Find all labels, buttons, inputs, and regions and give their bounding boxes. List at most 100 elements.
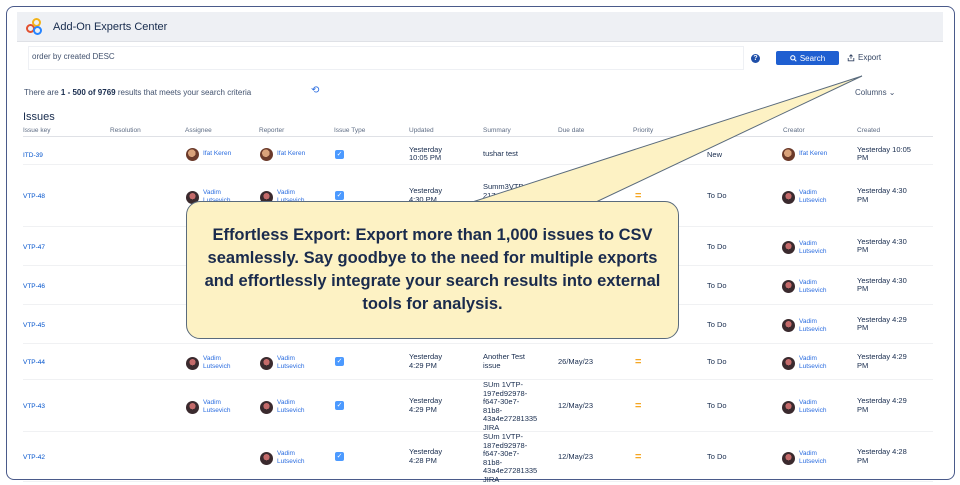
- avatar: [782, 400, 795, 414]
- results-summary: There are 1 - 500 of 9769 results that m…: [24, 88, 252, 97]
- avatar: [782, 356, 795, 370]
- table-row[interactable]: VTP-42 Vadim Lutsevich ✓ Yesterday 4:28 PM S…: [23, 432, 933, 484]
- priority-medium-icon: =: [635, 451, 642, 463]
- created-date: Yesterday 4:30 PM: [857, 275, 907, 293]
- avatar: [782, 190, 795, 204]
- task-type-icon: ✓: [335, 401, 344, 410]
- column-header[interactable]: Summary: [483, 127, 511, 134]
- person-name: Vadim Lutsevich: [799, 239, 827, 255]
- creator[interactable]: Vadim Lutsevich: [782, 189, 826, 205]
- issue-key-link[interactable]: ITD-39: [23, 151, 43, 160]
- avatar: [782, 451, 795, 465]
- columns-dropdown[interactable]: Columns ⌄: [855, 88, 896, 97]
- due-date: 12/May/23: [558, 401, 594, 410]
- created-date: Yesterday 4:29 PM: [857, 314, 907, 332]
- summary[interactable]: Another Test issue: [483, 353, 525, 370]
- person-name: Vadim Lutsevich: [203, 399, 231, 414]
- table-row[interactable]: ITD-39 Ifat Keren Ifat Keren ✓ Yesterday 10:…: [23, 144, 933, 165]
- avatar: [782, 241, 795, 254]
- assignee[interactable]: Ifat Keren: [186, 147, 232, 161]
- creator[interactable]: Vadim Lutsevich: [782, 355, 826, 371]
- person-name: Vadim Lutsevich: [799, 399, 827, 414]
- column-header[interactable]: Status: [708, 127, 726, 134]
- creator[interactable]: Vadim Lutsevich: [782, 279, 826, 295]
- app-title: Add-On Experts Center: [53, 20, 168, 33]
- status: New: [707, 149, 723, 159]
- search-button-label: Search: [799, 53, 826, 63]
- due-date: 26/May/23: [558, 357, 594, 366]
- reporter[interactable]: Vadim Lutsevich: [260, 399, 304, 415]
- assignee[interactable]: Vadim Lutsevich: [186, 355, 230, 371]
- section-title: Issues: [23, 111, 55, 123]
- column-header[interactable]: Priority: [633, 127, 653, 134]
- issue-key-link[interactable]: VTP-48: [23, 192, 45, 201]
- person-name: Ifat Keren: [203, 150, 232, 157]
- export-button-label: Export: [858, 53, 882, 62]
- status: To Do: [707, 452, 727, 461]
- column-header[interactable]: Created: [857, 127, 880, 134]
- creator[interactable]: Ifat Keren: [782, 147, 828, 161]
- column-header[interactable]: Updated: [409, 127, 434, 134]
- avatar: [186, 356, 199, 370]
- priority-medium-icon: =: [635, 356, 642, 368]
- creator[interactable]: Vadim Lutsevich: [782, 399, 826, 415]
- column-header[interactable]: Issue key: [23, 127, 50, 134]
- summary[interactable]: SUm 1VTP- 197ed92978- f647-30e7- 81b8- 4…: [483, 380, 537, 432]
- issue-key-link[interactable]: VTP-45: [23, 321, 45, 330]
- avatar: [782, 147, 795, 161]
- column-header[interactable]: Resolution: [110, 127, 141, 134]
- search-button[interactable]: Search: [776, 51, 839, 65]
- reporter[interactable]: Vadim Lutsevich: [260, 450, 304, 466]
- task-type-icon: ✓: [335, 191, 344, 200]
- task-type-icon: ✓: [335, 452, 344, 461]
- help-icon[interactable]: ?: [751, 54, 760, 63]
- person-name: Ifat Keren: [799, 150, 828, 157]
- avatar: [782, 280, 795, 293]
- reporter[interactable]: Vadim Lutsevich: [260, 355, 304, 371]
- task-type-icon: ✓: [335, 357, 344, 366]
- column-header[interactable]: Reporter: [259, 127, 284, 134]
- summary[interactable]: tushar test: [483, 150, 518, 159]
- column-header[interactable]: Issue Type: [334, 127, 365, 134]
- reporter[interactable]: Ifat Keren: [260, 147, 305, 161]
- export-icon: [847, 53, 855, 61]
- refresh-icon[interactable]: ⟲: [311, 85, 319, 96]
- updated-date: Yesterday 4:29 PM: [409, 396, 443, 414]
- status: To Do: [707, 280, 727, 290]
- jql-query-input[interactable]: order by created DESC: [28, 46, 744, 70]
- table-row[interactable]: VTP-44 Vadim Lutsevich Vadim Lutsevich ✓ Yes…: [23, 344, 933, 380]
- issue-key-link[interactable]: VTP-44: [23, 358, 45, 367]
- summary[interactable]: SUm 1VTP- 187ed92978- f647-30e7- 81b8- 4…: [483, 432, 537, 484]
- app-logo-icon: [26, 17, 44, 36]
- issue-key-link[interactable]: VTP-42: [23, 453, 45, 462]
- issue-key-link[interactable]: VTP-43: [23, 402, 45, 411]
- creator[interactable]: Vadim Lutsevich: [782, 450, 826, 466]
- avatar: [260, 400, 273, 414]
- updated-date: Yesterday 4:29 PM: [409, 352, 443, 370]
- status: To Do: [707, 319, 727, 329]
- top-bar: Add-On Experts Center: [17, 12, 943, 42]
- creator[interactable]: Vadim Lutsevich: [782, 240, 826, 256]
- export-button[interactable]: Export: [847, 53, 881, 62]
- column-header[interactable]: Creator: [783, 127, 805, 134]
- assignee[interactable]: Vadim Lutsevich: [186, 399, 230, 415]
- status: To Do: [707, 357, 727, 366]
- person-name: Vadim Lutsevich: [277, 355, 305, 370]
- updated-date: Yesterday 4:28 PM: [409, 447, 443, 465]
- created-date: Yesterday 10:05 PM: [857, 144, 911, 162]
- issue-key-link[interactable]: VTP-46: [23, 282, 45, 291]
- column-header[interactable]: Due date: [558, 127, 584, 134]
- column-header[interactable]: Assignee: [185, 127, 212, 134]
- creator[interactable]: Vadim Lutsevich: [782, 318, 826, 334]
- avatar: [260, 451, 273, 465]
- created-date: Yesterday 4:30 PM: [857, 186, 907, 204]
- header-divider: [23, 136, 933, 137]
- status: To Do: [707, 191, 727, 200]
- avatar: [260, 147, 273, 161]
- created-date: Yesterday 4:29 PM: [857, 396, 907, 414]
- issue-key-link[interactable]: VTP-47: [23, 243, 45, 252]
- due-date: 12/May/23: [558, 452, 594, 461]
- status: To Do: [707, 401, 727, 410]
- person-name: Vadim Lutsevich: [799, 278, 827, 294]
- table-row[interactable]: VTP-43 Vadim Lutsevich Vadim Lutsevich ✓ Yes…: [23, 380, 933, 432]
